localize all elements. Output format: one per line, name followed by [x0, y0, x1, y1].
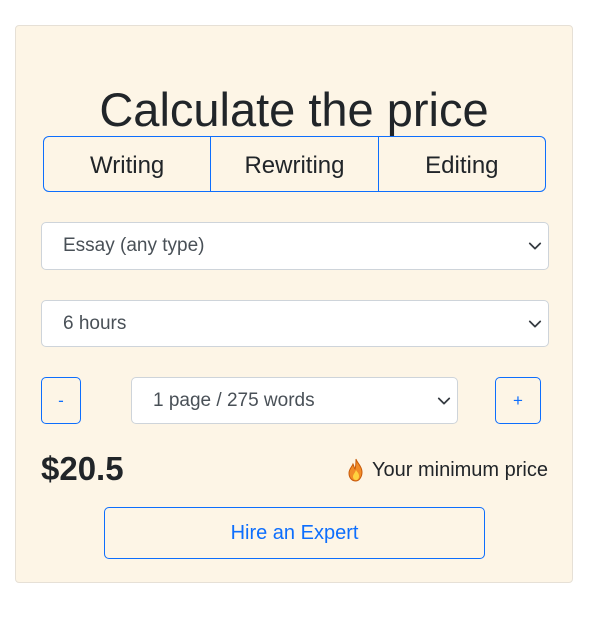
paper-type-select[interactable]: Essay (any type)	[41, 222, 549, 270]
tab-writing[interactable]: Writing	[44, 137, 210, 191]
increase-pages-button[interactable]: +	[495, 377, 541, 424]
tab-rewriting[interactable]: Rewriting	[210, 137, 377, 191]
pages-select[interactable]: 1 page / 275 words	[131, 377, 458, 424]
fire-icon	[346, 458, 366, 482]
chevron-down-icon	[437, 394, 451, 408]
price-calculator-card: Calculate the price Writing Rewriting Ed…	[15, 25, 573, 583]
minimum-price-label: Your minimum price	[372, 458, 548, 481]
minimum-price-note: Your minimum price	[346, 458, 548, 482]
paper-type-value: Essay (any type)	[63, 235, 205, 256]
calculator-title: Calculate the price	[99, 83, 489, 136]
deadline-value: 6 hours	[63, 312, 127, 334]
deadline-select[interactable]: 6 hours	[41, 300, 549, 347]
tab-editing[interactable]: Editing	[377, 137, 545, 191]
hire-expert-button[interactable]: Hire an Expert	[104, 507, 485, 559]
decrease-pages-button[interactable]: -	[41, 377, 81, 424]
service-tabs: Writing Rewriting Editing	[43, 136, 546, 192]
chevron-down-icon	[528, 317, 542, 331]
pages-value: 1 page / 275 words	[153, 389, 315, 411]
price-value: $20.5	[41, 450, 124, 487]
chevron-down-icon	[528, 239, 542, 253]
